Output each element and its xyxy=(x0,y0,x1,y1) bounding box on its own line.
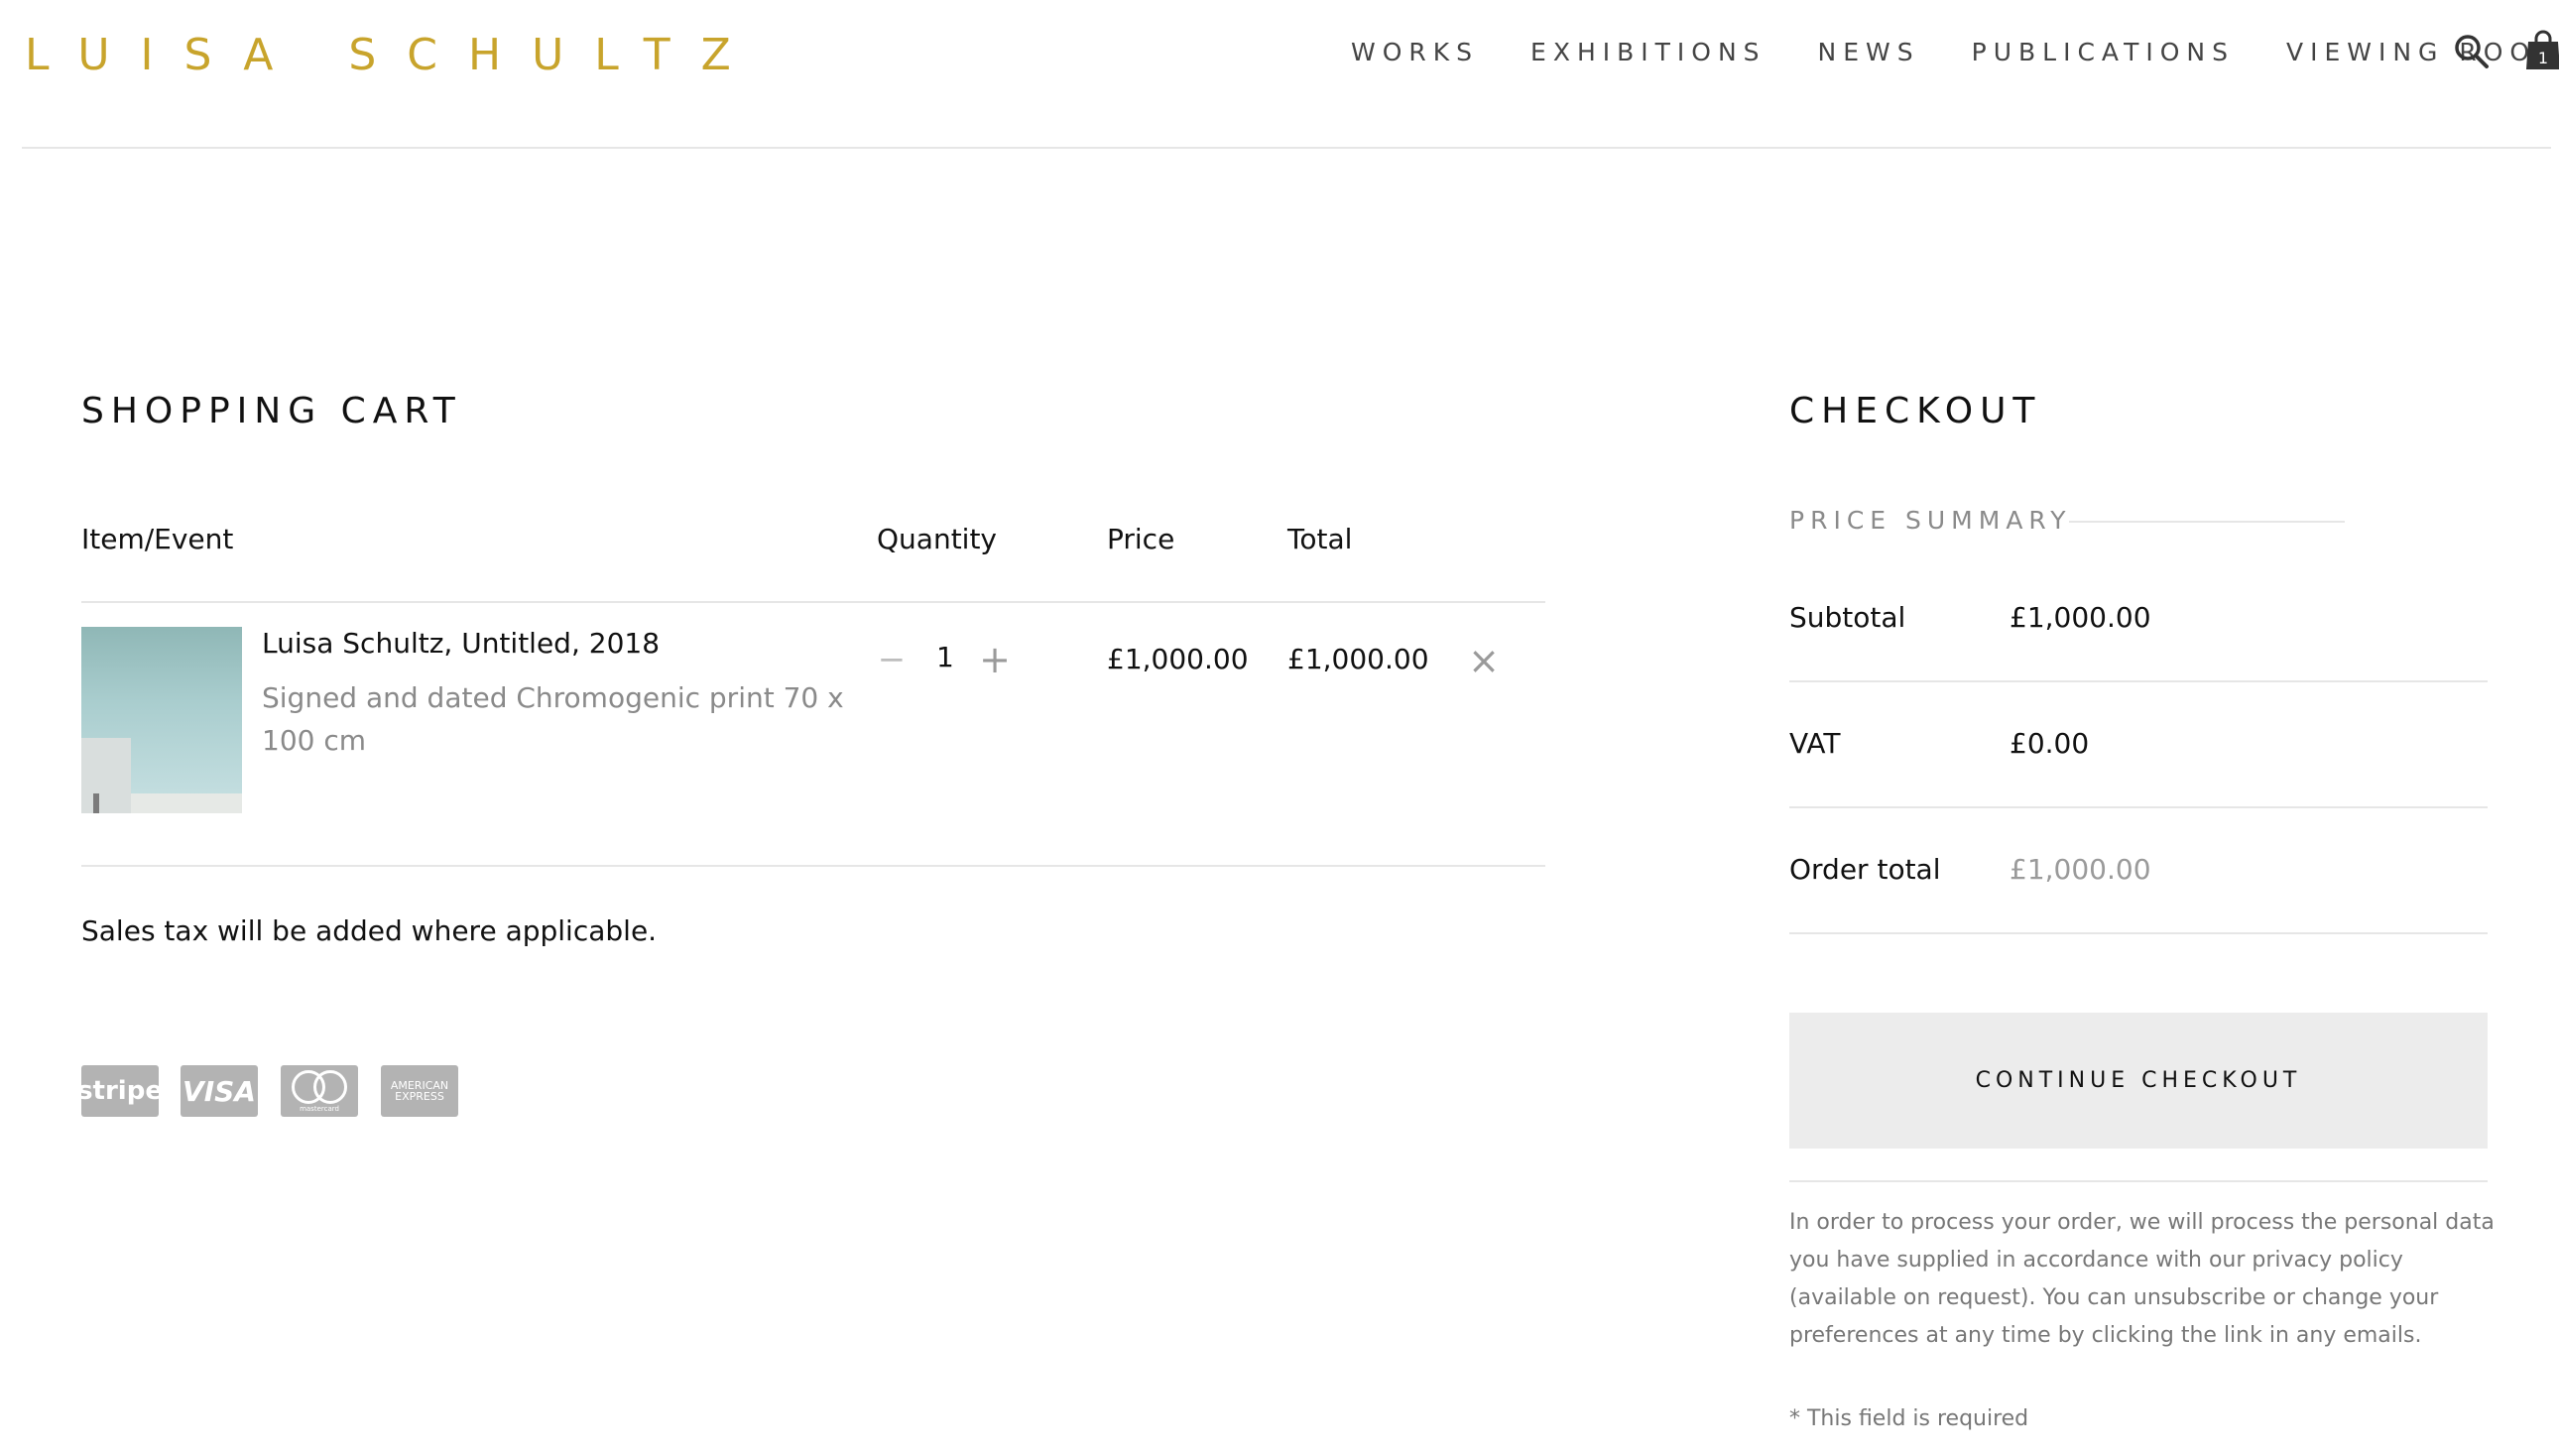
remove-item-button[interactable]: × xyxy=(1466,642,1502,679)
divider xyxy=(81,865,1545,867)
amex-logo: AMERICAN EXPRESS xyxy=(381,1065,458,1117)
continue-checkout-button[interactable]: CONTINUE CHECKOUT xyxy=(1789,1013,2488,1149)
subtotal-value: £1,000.00 xyxy=(2010,601,2151,634)
item-total: £1,000.00 xyxy=(1287,643,1429,675)
site-header: LUISA SCHULTZ WORKS EXHIBITIONS NEWS PUB… xyxy=(22,0,2559,149)
item-thumbnail[interactable] xyxy=(81,627,242,813)
site-logo[interactable]: LUISA SCHULTZ xyxy=(25,30,762,80)
column-total: Total xyxy=(1287,523,1353,555)
item-description: Signed and dated Chromogenic print 70 x … xyxy=(262,681,844,757)
divider xyxy=(1789,1180,2488,1182)
quantity-decrease-button[interactable]: − xyxy=(877,643,907,676)
cart-count: 1 xyxy=(2538,49,2548,67)
price-summary-label: PRICE SUMMARY xyxy=(1789,506,2072,535)
item-price: £1,000.00 xyxy=(1107,643,1249,675)
nav-publications[interactable]: PUBLICATIONS xyxy=(1972,38,2235,66)
checkout-title: CHECKOUT xyxy=(1789,391,2042,431)
stripe-logo: stripe xyxy=(77,1065,163,1117)
quantity-increase-button[interactable]: + xyxy=(978,641,1012,678)
item-name[interactable]: Luisa Schultz, Untitled, 2018 xyxy=(262,627,660,660)
divider xyxy=(1789,932,2488,934)
vat-label: VAT xyxy=(1789,727,1841,760)
divider xyxy=(2069,521,2345,523)
column-quantity: Quantity xyxy=(877,523,997,555)
privacy-notice: In order to process your order, we will … xyxy=(1789,1210,2495,1348)
nav-works[interactable]: WORKS xyxy=(1351,38,1479,66)
search-icon[interactable] xyxy=(2452,32,2492,71)
main-nav: WORKS EXHIBITIONS NEWS PUBLICATIONS VIEW… xyxy=(1351,38,2559,66)
nav-exhibitions[interactable]: EXHIBITIONS xyxy=(1530,38,1767,66)
page: LUISA SCHULTZ WORKS EXHIBITIONS NEWS PUB… xyxy=(0,0,2559,1456)
divider xyxy=(1789,806,2488,808)
visa-logo: VISA xyxy=(181,1065,258,1117)
column-price: Price xyxy=(1107,523,1175,555)
column-item: Item/Event xyxy=(81,523,234,555)
required-field-note: * This field is required xyxy=(1789,1406,2029,1431)
order-total-label: Order total xyxy=(1789,853,1941,886)
tax-note: Sales tax will be added where applicable… xyxy=(81,914,658,947)
cart-title: SHOPPING CART xyxy=(81,391,462,431)
mastercard-logo: mastercard xyxy=(281,1065,358,1117)
divider xyxy=(1789,680,2488,682)
shopping-bag-icon[interactable]: 1 xyxy=(2523,30,2559,71)
nav-news[interactable]: NEWS xyxy=(1818,38,1920,66)
divider xyxy=(81,601,1545,603)
order-total-value: £1,000.00 xyxy=(2010,853,2151,886)
nav-viewing-room[interactable]: VIEWING ROOM xyxy=(2286,38,2559,66)
vat-value: £0.00 xyxy=(2010,727,2090,760)
quantity-value: 1 xyxy=(936,641,954,673)
subtotal-label: Subtotal xyxy=(1789,601,1906,634)
